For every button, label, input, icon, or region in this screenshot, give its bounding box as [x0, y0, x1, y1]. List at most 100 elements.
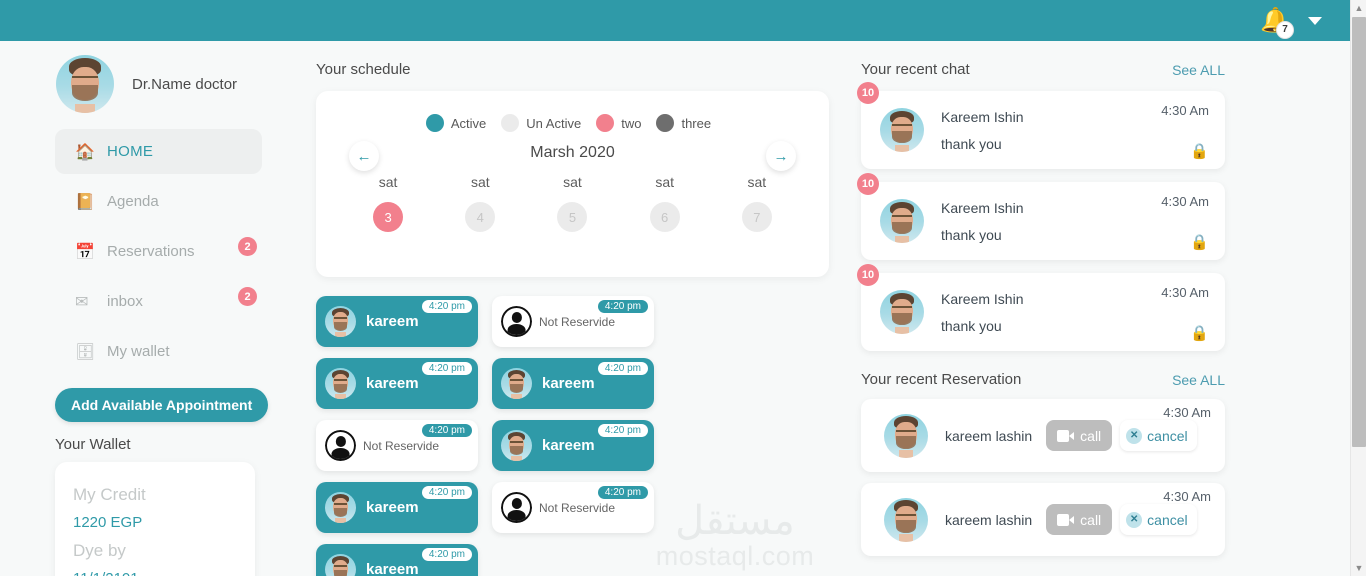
day-number[interactable]: 4 [465, 202, 496, 232]
day-cell[interactable]: sat 5 [543, 174, 601, 232]
lock-icon: 🔒 [1190, 143, 1209, 160]
chat-list: 10 Kareem Ishin thank you 4:30 Am 🔒 10 K… [845, 82, 1350, 351]
appointment-name: kareem [542, 375, 595, 392]
list-item[interactable]: kareem lashin call ✕ cancel 4:30 Am [861, 483, 1225, 556]
cancel-button[interactable]: ✕ cancel [1120, 504, 1197, 535]
day-name: sat [470, 174, 490, 190]
chat-message-preview: thank you [941, 135, 1002, 152]
call-button[interactable]: call [1046, 420, 1113, 451]
legend-dot-icon [501, 114, 520, 132]
day-name: sat [563, 174, 582, 190]
chat-see-all-link[interactable]: See ALL [1172, 62, 1225, 78]
x-icon: ✕ [1126, 511, 1143, 528]
wallet-icon: 🗄 [75, 343, 96, 361]
scroll-down-arrow-icon[interactable]: ▼ [1351, 560, 1366, 576]
day-cell[interactable]: sat 6 [636, 174, 694, 232]
add-available-appointment-button[interactable]: Add Available Appointment [55, 388, 269, 422]
notifications-button[interactable]: 🔔 7 [1260, 6, 1294, 39]
sidebar-item-label: HOME [107, 143, 154, 160]
reservation-see-all-link[interactable]: See ALL [1172, 372, 1225, 388]
avatar [325, 368, 356, 399]
reservation-list: kareem lashin call ✕ cancel 4:30 Am kare… [845, 399, 1350, 556]
appointment-card[interactable]: kareem 4:20 pm [492, 420, 654, 471]
cancel-button-label: cancel [1147, 427, 1188, 444]
chat-contact-name: Kareem Ishin [941, 290, 1024, 307]
scroll-up-arrow-icon[interactable]: ▲ [1351, 0, 1366, 16]
video-camera-icon [1057, 513, 1075, 526]
legend-label: Active [450, 115, 487, 131]
due-label: Dye by [73, 541, 126, 560]
sidebar-item-label: inbox [107, 293, 143, 310]
next-month-button[interactable]: → [766, 141, 796, 171]
day-cell[interactable]: sat 4 [451, 174, 509, 232]
month-navigation: ← Marsh 2020 → [316, 141, 829, 171]
appointment-card[interactable]: kareem 4:20 pm [316, 544, 478, 576]
day-cell[interactable]: sat 7 [728, 174, 786, 232]
appointment-card[interactable]: kareem 4:20 pm [316, 358, 478, 409]
legend-item-active: Active [425, 114, 487, 132]
reservation-patient-name: kareem lashin [945, 511, 1033, 528]
sidebar-item-inbox[interactable]: ✉ inbox 2 [55, 279, 262, 324]
appointment-card[interactable]: Not Reservide 4:20 pm [492, 482, 654, 533]
unread-count-badge: 10 [857, 173, 879, 195]
appointment-time: 4:20 pm [421, 300, 472, 313]
appointment-card[interactable]: kareem 4:20 pm [316, 482, 478, 533]
appointment-card[interactable]: Not Reservide 4:20 pm [492, 296, 654, 347]
chat-content: Kareem Ishin thank you [941, 109, 1161, 152]
previous-month-button[interactable]: ← [349, 141, 379, 171]
scrollbar-thumb[interactable] [1352, 17, 1366, 447]
sidebar: Dr.Name doctor 🏠 HOME 📔 Agenda 📅 Reserva… [0, 41, 300, 576]
appointment-time: 4:20 pm [597, 300, 648, 313]
day-number[interactable]: 3 [373, 202, 404, 232]
cancel-button[interactable]: ✕ cancel [1120, 420, 1197, 451]
sidebar-item-home[interactable]: 🏠 HOME [55, 129, 262, 174]
page-scrollbar[interactable]: ▲ ▼ [1350, 0, 1366, 576]
chevron-down-icon[interactable] [1308, 16, 1322, 25]
appointment-card[interactable]: kareem 4:20 pm [492, 358, 654, 409]
list-item[interactable]: 10 Kareem Ishin thank you 4:30 Am 🔒 [857, 82, 1225, 169]
avatar-placeholder-icon [501, 306, 532, 337]
day-name: sat [747, 174, 767, 190]
chat-section-title: Your recent chat [861, 61, 970, 78]
unread-count-badge: 10 [857, 82, 879, 104]
avatar [325, 306, 356, 337]
list-item[interactable]: kareem lashin call ✕ cancel 4:30 Am [861, 399, 1225, 472]
appointment-card[interactable]: kareem 4:20 pm [316, 296, 478, 347]
day-cell[interactable]: sat 3 [359, 174, 417, 232]
avatar [501, 430, 532, 461]
day-number[interactable]: 6 [649, 202, 680, 232]
arrow-left-icon: ← [356, 147, 372, 165]
lock-icon: 🔒 [1190, 234, 1209, 251]
notification-count-badge: 7 [1276, 20, 1294, 39]
legend-item-un-active: Un Active [501, 114, 581, 132]
appointment-time: 4:20 pm [421, 486, 472, 499]
status-badge: 2 [238, 287, 257, 306]
appointment-card[interactable]: Not Reservide 4:20 pm [316, 420, 478, 471]
reservation-section-header: Your recent Reservation See ALL [845, 351, 1350, 388]
call-button[interactable]: call [1046, 504, 1113, 535]
chat-meta: 4:30 Am 🔒 [1161, 182, 1225, 260]
day-number[interactable]: 7 [741, 202, 772, 232]
sidebar-item-reservations[interactable]: 📅 Reservations 2 [55, 229, 262, 274]
legend-item-three: three [656, 114, 711, 132]
list-item[interactable]: 10 Kareem Ishin thank you 4:30 Am 🔒 [857, 264, 1225, 351]
top-bar: 🔔 7 [0, 0, 1350, 41]
list-item[interactable]: 10 Kareem Ishin thank you 4:30 Am 🔒 [857, 173, 1225, 260]
sidebar-item-agenda[interactable]: 📔 Agenda [55, 179, 262, 224]
avatar [325, 492, 356, 523]
avatar [880, 108, 924, 152]
call-button-label: call [1080, 427, 1102, 444]
appointment-name: kareem [366, 499, 419, 516]
appointment-name: kareem [366, 375, 419, 392]
schedule-column: Your schedule Active Un Active two three… [300, 41, 845, 576]
sidebar-item-my-wallet[interactable]: 🗄 My wallet [55, 329, 262, 374]
page-title: Dr.Name doctor [132, 75, 238, 93]
appointment-name: Not Reservide [539, 314, 616, 329]
unread-count-badge: 10 [857, 264, 879, 286]
day-name: sat [378, 174, 398, 190]
credit-value: 1220 EGP [73, 513, 143, 531]
appointment-time: 4:20 pm [421, 424, 472, 437]
appointment-time: 4:20 pm [597, 362, 648, 375]
day-strip: sat 3 sat 4 sat 5 sat 6 sat 7 [316, 174, 829, 232]
day-number[interactable]: 5 [557, 202, 588, 232]
